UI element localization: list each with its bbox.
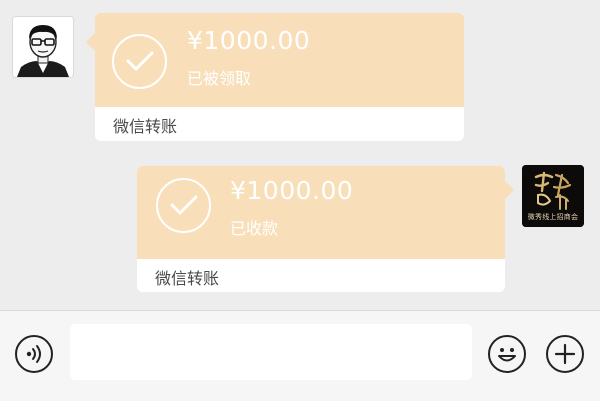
emoji-icon: [498, 348, 516, 362]
message-input[interactable]: [70, 324, 472, 380]
avatar-caption: 微秀线上招商会: [527, 213, 579, 221]
transfer-service-label: 微信转账: [155, 269, 220, 288]
chat-area: ¥1000.00 已被领取 微信转账 ¥1000.00 已收款 微信转账 微秀线…: [0, 0, 600, 310]
transfer-amount: ¥1000.00: [187, 26, 311, 55]
sender-avatar[interactable]: [12, 16, 74, 78]
input-bar: [0, 310, 600, 401]
transfer-card-header: ¥1000.00 已收款: [137, 166, 505, 259]
transfer-amount: ¥1000.00: [230, 176, 354, 205]
check-circle-icon: [112, 34, 167, 89]
transfer-card-footer: 微信转账: [137, 259, 505, 292]
more-button[interactable]: [546, 335, 584, 373]
transfer-status: 已收款: [230, 219, 279, 238]
check-circle-icon: [156, 178, 211, 233]
self-avatar[interactable]: 微秀线上招商会: [522, 165, 584, 227]
transfer-card[interactable]: ¥1000.00 已收款 微信转账: [137, 166, 505, 292]
transfer-service-label: 微信转账: [113, 117, 178, 136]
transfer-card-header: ¥1000.00 已被领取: [95, 13, 464, 107]
emoji-button[interactable]: [488, 335, 526, 373]
voice-button[interactable]: [15, 335, 53, 373]
transfer-status: 已被领取: [187, 69, 252, 88]
voice-icon: [26, 345, 41, 363]
transfer-card[interactable]: ¥1000.00 已被领取 微信转账: [95, 13, 464, 141]
transfer-card-footer: 微信转账: [95, 107, 464, 141]
bubble-tail: [86, 33, 95, 51]
cartoon-man-glasses-avatar-icon: [13, 17, 73, 77]
plus-icon: [554, 343, 576, 365]
bubble-tail: [505, 181, 514, 199]
